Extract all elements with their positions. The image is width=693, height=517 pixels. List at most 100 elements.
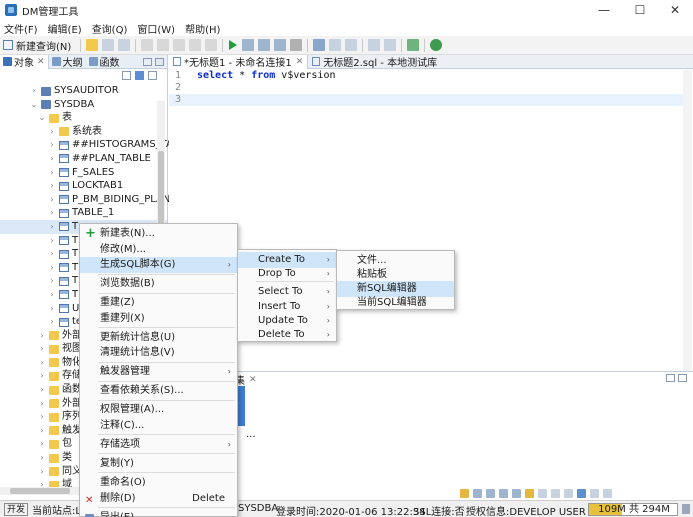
garbage-collect-icon[interactable] bbox=[682, 504, 690, 514]
context-menu-item[interactable]: 删除(D) Delete bbox=[80, 491, 237, 509]
collapse-all-icon[interactable] bbox=[122, 71, 131, 80]
chevron-right-icon[interactable]: › bbox=[30, 84, 38, 98]
explain-icon[interactable] bbox=[258, 39, 271, 51]
chevron-right-icon[interactable]: › bbox=[38, 424, 46, 438]
context-menu-item[interactable]: 权限管理(A)... bbox=[80, 402, 237, 418]
format-icon[interactable] bbox=[313, 39, 326, 51]
menu-query[interactable]: 查询(Q) bbox=[92, 21, 128, 36]
tab-untitled-2[interactable]: 无标题2.sql - 本地测试库 bbox=[308, 55, 441, 69]
prev-page-icon[interactable] bbox=[538, 488, 547, 498]
maximize-button[interactable]: ☐ bbox=[620, 0, 660, 20]
tree-item[interactable]: › TABLE_1 bbox=[0, 206, 167, 220]
tree-item[interactable]: ⌄ 表 bbox=[0, 111, 167, 125]
chevron-right-icon[interactable]: › bbox=[48, 315, 56, 329]
view-menu-icon[interactable] bbox=[603, 488, 612, 498]
minimize-button[interactable]: — bbox=[584, 0, 624, 20]
chevron-right-icon[interactable]: › bbox=[48, 234, 56, 248]
chevron-right-icon[interactable]: › bbox=[38, 369, 46, 383]
context-menu-item[interactable]: 触发器管理 › bbox=[80, 364, 237, 380]
context-menu-item[interactable]: 清理统计信息(V) bbox=[80, 345, 237, 361]
run-selection-icon[interactable] bbox=[242, 39, 255, 51]
context-menu-item[interactable]: 修改(M)... bbox=[80, 242, 237, 258]
stop-icon[interactable] bbox=[290, 39, 303, 51]
settings-gear-icon[interactable] bbox=[430, 39, 443, 51]
sql-submenu-item[interactable]: Delete To › bbox=[238, 327, 336, 343]
chevron-right-icon[interactable]: › bbox=[38, 397, 46, 411]
scrollbar-thumb[interactable] bbox=[10, 488, 70, 494]
uncomment-icon[interactable] bbox=[345, 39, 358, 51]
chevron-right-icon[interactable]: › bbox=[48, 220, 56, 234]
results-minimize-icon[interactable] bbox=[666, 374, 675, 382]
commit-icon[interactable] bbox=[407, 39, 420, 51]
tab-outline[interactable]: 大纲 bbox=[49, 55, 86, 69]
sql-submenu-item[interactable]: Drop To › bbox=[238, 266, 336, 282]
run-icon[interactable] bbox=[229, 40, 238, 50]
first-page-icon[interactable] bbox=[525, 488, 534, 498]
context-menu-item[interactable]: 浏览数据(B) bbox=[80, 276, 237, 292]
chevron-right-icon[interactable]: › bbox=[48, 302, 56, 316]
last-page-icon[interactable] bbox=[564, 488, 573, 498]
menu-window[interactable]: 窗口(W) bbox=[137, 21, 175, 36]
chevron-right-icon[interactable]: › bbox=[38, 329, 46, 343]
chevron-right-icon[interactable]: › bbox=[48, 247, 56, 261]
chevron-right-icon[interactable]: › bbox=[48, 179, 56, 193]
grid-icon[interactable] bbox=[384, 39, 397, 51]
cut-icon[interactable] bbox=[141, 39, 154, 51]
chevron-right-icon[interactable]: › bbox=[38, 410, 46, 424]
apply-icon[interactable] bbox=[499, 488, 508, 498]
new-query-button[interactable]: 新建查询(N) bbox=[3, 38, 71, 53]
tab-close-icon[interactable]: ✕ bbox=[296, 57, 304, 67]
memory-indicator[interactable]: 109M 共 294M bbox=[588, 503, 678, 516]
chevron-right-icon[interactable]: › bbox=[48, 166, 56, 180]
chevron-down-icon[interactable]: ⌄ bbox=[30, 98, 38, 112]
cancel-icon[interactable] bbox=[512, 488, 521, 498]
copy-icon[interactable] bbox=[157, 39, 170, 51]
result-tab-close-icon[interactable]: ✕ bbox=[249, 375, 257, 385]
lock-icon[interactable] bbox=[460, 488, 469, 498]
tab-objects[interactable]: 对象 ✕ bbox=[0, 54, 49, 69]
tab-untitled-1[interactable]: *无标题1 - 未命名连接1 ✕ bbox=[169, 54, 309, 69]
tree-item[interactable]: › LOCKTAB1 bbox=[0, 179, 167, 193]
context-menu-item[interactable]: 存储选项 › bbox=[80, 437, 237, 453]
chevron-right-icon[interactable]: › bbox=[48, 274, 56, 288]
context-menu-item[interactable]: 新建表(N)... bbox=[80, 226, 237, 242]
menu-help[interactable]: 帮助(H) bbox=[185, 21, 220, 36]
debug-icon[interactable] bbox=[274, 39, 287, 51]
chevron-right-icon[interactable]: › bbox=[48, 206, 56, 220]
comment-icon[interactable] bbox=[329, 39, 342, 51]
chevron-right-icon[interactable]: › bbox=[48, 193, 56, 207]
chevron-right-icon[interactable]: › bbox=[38, 451, 46, 465]
tree-item[interactable]: ⌄ SYSDBA bbox=[0, 98, 167, 112]
chevron-right-icon[interactable]: › bbox=[48, 125, 56, 139]
panel-maximize-icon[interactable] bbox=[155, 57, 164, 66]
next-page-icon[interactable] bbox=[551, 488, 560, 498]
chevron-right-icon[interactable]: › bbox=[38, 342, 46, 356]
filter-icon[interactable] bbox=[148, 71, 157, 80]
chevron-right-icon[interactable]: › bbox=[48, 261, 56, 275]
close-button[interactable]: ✕ bbox=[655, 0, 693, 20]
tree-item[interactable]: › P_BM_BIDING_PLAN bbox=[0, 193, 170, 207]
open-file-icon[interactable] bbox=[86, 39, 99, 51]
tree-item[interactable]: › ##HISTOGRAMS_TABLE bbox=[0, 138, 191, 152]
export-result-icon[interactable] bbox=[577, 488, 586, 498]
tree-item[interactable]: › 系统表 bbox=[0, 125, 167, 139]
context-menu-item[interactable]: 注释(C)... bbox=[80, 418, 237, 434]
chevron-right-icon[interactable]: › bbox=[38, 465, 46, 479]
result-tab[interactable]: 集 ✕ bbox=[235, 373, 257, 388]
context-menu-item[interactable]: 生成SQL脚本(G) › bbox=[80, 257, 237, 274]
redo-icon[interactable] bbox=[205, 39, 218, 51]
panel-minimize-icon[interactable] bbox=[143, 57, 152, 66]
save-icon[interactable] bbox=[102, 39, 115, 51]
context-menu-item[interactable]: 重命名(O) bbox=[80, 475, 237, 491]
tree-item[interactable]: › ##PLAN_TABLE bbox=[0, 152, 167, 166]
tab-functions[interactable]: 函数 bbox=[86, 55, 123, 69]
chevron-right-icon[interactable]: › bbox=[48, 152, 56, 166]
menu-file[interactable]: 文件(F) bbox=[4, 21, 38, 36]
layout-icon[interactable] bbox=[368, 39, 381, 51]
create-submenu-item[interactable]: 当前SQL编辑器 bbox=[337, 295, 454, 311]
chevron-right-icon[interactable]: › bbox=[38, 383, 46, 397]
context-menu-item[interactable]: 重建(Z) bbox=[80, 295, 237, 311]
chevron-right-icon[interactable]: › bbox=[38, 437, 46, 451]
chevron-right-icon[interactable]: › bbox=[38, 356, 46, 370]
tree-item[interactable]: › F_SALES bbox=[0, 166, 167, 180]
